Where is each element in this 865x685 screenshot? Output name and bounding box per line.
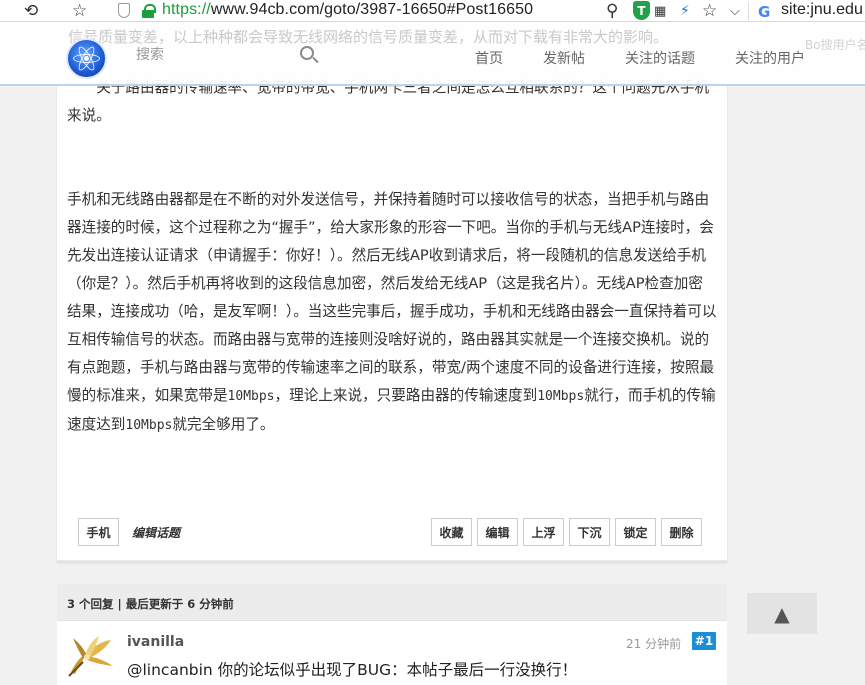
nav-followed-topics[interactable]: 关注的话题 [625, 48, 695, 68]
avatar[interactable] [67, 632, 117, 678]
favorite-button[interactable]: 收藏 [431, 518, 472, 546]
url-path: www.94cb.com/goto/3987-16650#Post16650 [210, 1, 534, 18]
qr-icon[interactable]: ▦ [654, 0, 666, 22]
google-icon: G [758, 3, 771, 21]
reply-summary: 3 个回复 | 最后更新于 6 分钟前 [67, 597, 234, 611]
nav-home[interactable]: 首页 [475, 48, 503, 68]
float-up-button[interactable]: 上浮 [523, 518, 564, 546]
delete-button[interactable]: 删除 [661, 518, 702, 546]
bolt-icon[interactable]: ⚡ [680, 0, 690, 22]
lock-button[interactable]: 锁定 [615, 518, 656, 546]
floor-badge[interactable]: #1 [692, 632, 716, 650]
site-header: 信号质量变差，以上种种都会导致无线网络的信号质量变差，从而对下载有非常大的影响。… [0, 22, 865, 86]
browser-search-box[interactable]: site:jnu.edu [781, 1, 863, 19]
url-scheme: https:// [162, 1, 211, 18]
reply-time: 21 分钟前 [626, 637, 682, 651]
site-logo[interactable] [66, 38, 107, 79]
post-paragraph: 手机和无线路由器都是在不断的对外发送信号，并保持着随时可以接收信号的状态，当把手… [67, 191, 717, 433]
nav-new-post[interactable]: 发新帖 [543, 48, 585, 68]
search-input[interactable] [126, 40, 326, 70]
favorite-star-icon[interactable]: ☆ [702, 0, 717, 22]
back-icon[interactable]: ⟲ [24, 0, 38, 22]
browser-toolbar: ⟲ ☆ https://www.94cb.com/goto/3987-16650… [0, 0, 865, 22]
replies-panel: 3 个回复 | 最后更新于 6 分钟前 ivanilla 21 分钟前 #1 @… [57, 584, 727, 685]
reply-username[interactable]: ivanilla [127, 634, 184, 650]
search-icon[interactable] [300, 46, 314, 60]
post-content: 关于路由器的传输速率、宽带的带宽、手机网卡三者之间是怎么互相联系的？这个问题先从… [67, 74, 717, 440]
edit-topic-link[interactable]: 编辑话题 [132, 524, 180, 541]
scrolled-sidebar-text: Bo搜用户名址 [805, 38, 865, 52]
reply-content: @lincanbin 你的论坛似乎出现了BUG：本帖子最后一行没换行！ [127, 661, 578, 679]
chevron-down-icon[interactable]: ⌵ [730, 0, 740, 22]
edit-button[interactable]: 编辑 [477, 518, 518, 546]
lock-icon[interactable] [142, 4, 156, 18]
star-icon[interactable]: ☆ [72, 0, 87, 22]
magnifier-icon[interactable]: ⚲ [606, 0, 618, 22]
replies-header: 3 个回复 | 最后更新于 6 分钟前 [57, 584, 727, 621]
sink-button[interactable]: 下沉 [569, 518, 610, 546]
post-card: 关于路由器的传输速率、宽带的带宽、手机网卡三者之间是怎么互相联系的？这个问题先从… [57, 79, 727, 562]
scroll-to-top-button[interactable]: ▲ [747, 593, 817, 634]
address-bar[interactable]: https://www.94cb.com/goto/3987-16650#Pos… [162, 1, 533, 19]
nav-followed-users[interactable]: 关注的用户 [735, 48, 805, 68]
topic-tag[interactable]: 手机 [78, 518, 119, 546]
green-shield-icon[interactable]: T [633, 1, 650, 20]
shield-outline-icon[interactable] [118, 3, 130, 18]
toolbar-divider [748, 2, 749, 20]
